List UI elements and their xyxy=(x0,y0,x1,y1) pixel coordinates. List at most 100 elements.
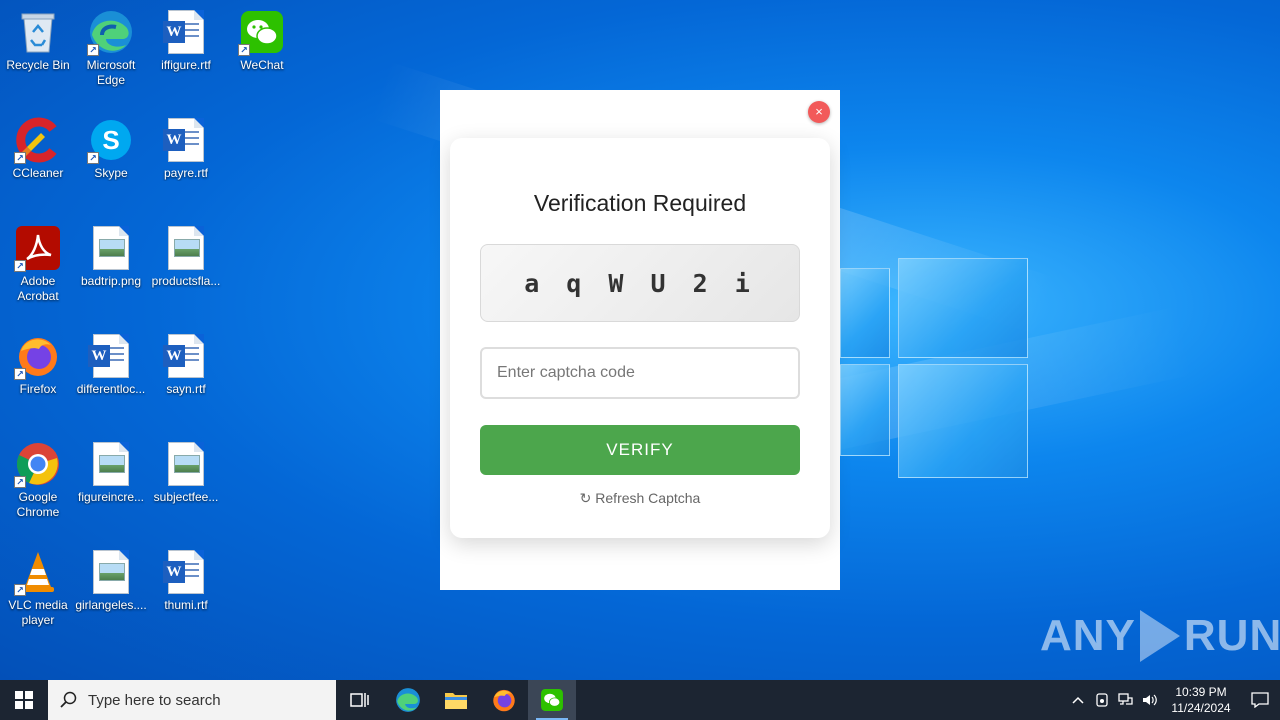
vlc-icon: ↗ xyxy=(14,548,62,596)
shortcut-arrow-icon: ↗ xyxy=(14,152,26,164)
desktop-icon-google-chrome[interactable]: ↗ Google Chrome xyxy=(0,440,76,520)
taskbar-wechat-button[interactable] xyxy=(528,680,576,720)
device-icon xyxy=(1096,693,1108,707)
desktop-icon-productsfla[interactable]: productsfla... xyxy=(148,224,224,289)
desktop-icon-adobe-acrobat[interactable]: ↗ Adobe Acrobat xyxy=(0,224,76,304)
desktop-icon-label: CCleaner xyxy=(12,166,64,180)
close-button[interactable]: × xyxy=(808,101,830,123)
captcha-code-text: a q W U 2 i xyxy=(524,268,756,298)
adobe-acrobat-icon: ↗ xyxy=(14,224,62,272)
taskbar: Type here to search 10:39 PM 11/24/2024 xyxy=(0,680,1280,720)
image-file-icon xyxy=(87,440,135,488)
captcha-input[interactable] xyxy=(480,347,800,399)
desktop-icon-label: sayn.rtf xyxy=(166,382,206,396)
desktop-icon-label: differentloc... xyxy=(76,382,146,396)
desktop-icon-label: Adobe Acrobat xyxy=(17,274,59,303)
edge-icon: ↗ xyxy=(87,8,135,56)
desktop-icon-iffigure[interactable]: W iffigure.rtf xyxy=(148,8,224,73)
shortcut-arrow-icon: ↗ xyxy=(14,368,26,380)
taskbar-file-explorer-button[interactable] xyxy=(432,680,480,720)
desktop-icon-label: badtrip.png xyxy=(80,274,142,288)
search-placeholder: Type here to search xyxy=(88,691,221,709)
verify-button[interactable]: VERIFY xyxy=(480,425,800,475)
task-view-icon xyxy=(350,693,369,707)
show-hidden-icons-button[interactable] xyxy=(1066,680,1090,720)
tray-volume-button[interactable] xyxy=(1138,680,1162,720)
shortcut-arrow-icon: ↗ xyxy=(14,476,26,488)
desktop-icon-label: thumi.rtf xyxy=(164,598,208,612)
desktop-icon-payre[interactable]: W payre.rtf xyxy=(148,116,224,181)
tray-device-button[interactable] xyxy=(1090,680,1114,720)
image-file-icon xyxy=(87,548,135,596)
chevron-up-icon xyxy=(1072,696,1084,704)
skype-icon: S ↗ xyxy=(87,116,135,164)
clock-time: 10:39 PM xyxy=(1175,685,1227,699)
desktop-icon-label: Recycle Bin xyxy=(6,58,70,72)
desktop-icon-recycle-bin[interactable]: Recycle Bin xyxy=(0,8,76,73)
image-file-icon xyxy=(162,224,210,272)
desktop-icon-label: Skype xyxy=(94,166,128,180)
taskbar-search-box[interactable]: Type here to search xyxy=(48,680,336,720)
word-document-icon: W xyxy=(87,332,135,380)
system-tray: 10:39 PM 11/24/2024 xyxy=(1066,680,1280,720)
task-view-button[interactable] xyxy=(336,680,384,720)
watermark-text-run: RUN xyxy=(1183,611,1280,660)
tray-network-button[interactable] xyxy=(1114,680,1138,720)
svg-text:S: S xyxy=(102,125,119,155)
desktop-icon-label: Microsoft Edge xyxy=(86,58,136,87)
windows-start-icon xyxy=(15,691,33,709)
shortcut-arrow-icon: ↗ xyxy=(238,44,250,56)
desktop-icon-ccleaner[interactable]: ↗ CCleaner xyxy=(0,116,76,181)
desktop-icon-label: Firefox xyxy=(19,382,57,396)
recycle-bin-icon xyxy=(14,8,62,56)
ccleaner-icon: ↗ xyxy=(14,116,62,164)
shortcut-arrow-icon: ↗ xyxy=(87,152,99,164)
volume-icon xyxy=(1143,694,1157,706)
word-document-icon: W xyxy=(162,116,210,164)
notification-center-button[interactable] xyxy=(1240,692,1280,708)
image-file-icon xyxy=(162,440,210,488)
firefox-icon xyxy=(493,689,515,712)
desktop-icon-skype[interactable]: S ↗ Skype xyxy=(73,116,149,181)
shortcut-arrow-icon: ↗ xyxy=(14,260,26,272)
desktop-icon-label: VLC media player xyxy=(8,598,68,627)
desktop-icon-edge[interactable]: ↗ Microsoft Edge xyxy=(73,8,149,88)
word-document-icon: W xyxy=(162,8,210,56)
refresh-captcha-link[interactable]: ↻ Refresh Captcha xyxy=(580,490,701,506)
wechat-icon xyxy=(541,689,563,711)
desktop-icon-label: productsfla... xyxy=(151,274,221,288)
shortcut-arrow-icon: ↗ xyxy=(14,584,26,596)
refresh-captcha-container: ↻ Refresh Captcha xyxy=(0,490,1280,507)
shortcut-arrow-icon: ↗ xyxy=(87,44,99,56)
word-document-icon: W xyxy=(162,332,210,380)
start-button[interactable] xyxy=(0,680,48,720)
desktop-icon-vlc[interactable]: ↗ VLC media player xyxy=(0,548,76,628)
notification-icon xyxy=(1251,692,1269,708)
desktop-icon-label: payre.rtf xyxy=(163,166,208,180)
taskbar-clock[interactable]: 10:39 PM 11/24/2024 xyxy=(1162,684,1240,716)
desktop-icon-badtrip[interactable]: badtrip.png xyxy=(73,224,149,289)
taskbar-firefox-button[interactable] xyxy=(480,680,528,720)
desktop-icon-wechat[interactable]: ↗ WeChat xyxy=(224,8,300,73)
search-icon xyxy=(60,691,77,708)
clock-date: 11/24/2024 xyxy=(1171,701,1231,715)
desktop-icon-sayn[interactable]: W sayn.rtf xyxy=(148,332,224,397)
desktop-icon-label: girlangeles.... xyxy=(75,598,147,612)
captcha-image: a q W U 2 i xyxy=(480,244,800,322)
desktop-icon-label: WeChat xyxy=(240,58,284,72)
anyrun-watermark: ANY RUN xyxy=(1040,610,1280,662)
desktop-icon-girlangeles[interactable]: girlangeles.... xyxy=(73,548,149,613)
taskbar-edge-button[interactable] xyxy=(384,680,432,720)
desktop-icon-firefox[interactable]: ↗ Firefox xyxy=(0,332,76,397)
windows-logo-art xyxy=(840,242,1030,480)
verification-title: Verification Required xyxy=(533,190,747,216)
watermark-text-any: ANY xyxy=(1040,611,1136,660)
network-icon xyxy=(1118,693,1133,705)
image-file-icon xyxy=(87,224,135,272)
wechat-icon: ↗ xyxy=(238,8,286,56)
edge-icon xyxy=(396,688,420,712)
firefox-icon: ↗ xyxy=(14,332,62,380)
desktop-icon-differentloc[interactable]: W differentloc... xyxy=(73,332,149,397)
desktop-icon-thumi[interactable]: W thumi.rtf xyxy=(148,548,224,613)
file-explorer-icon xyxy=(445,693,467,709)
